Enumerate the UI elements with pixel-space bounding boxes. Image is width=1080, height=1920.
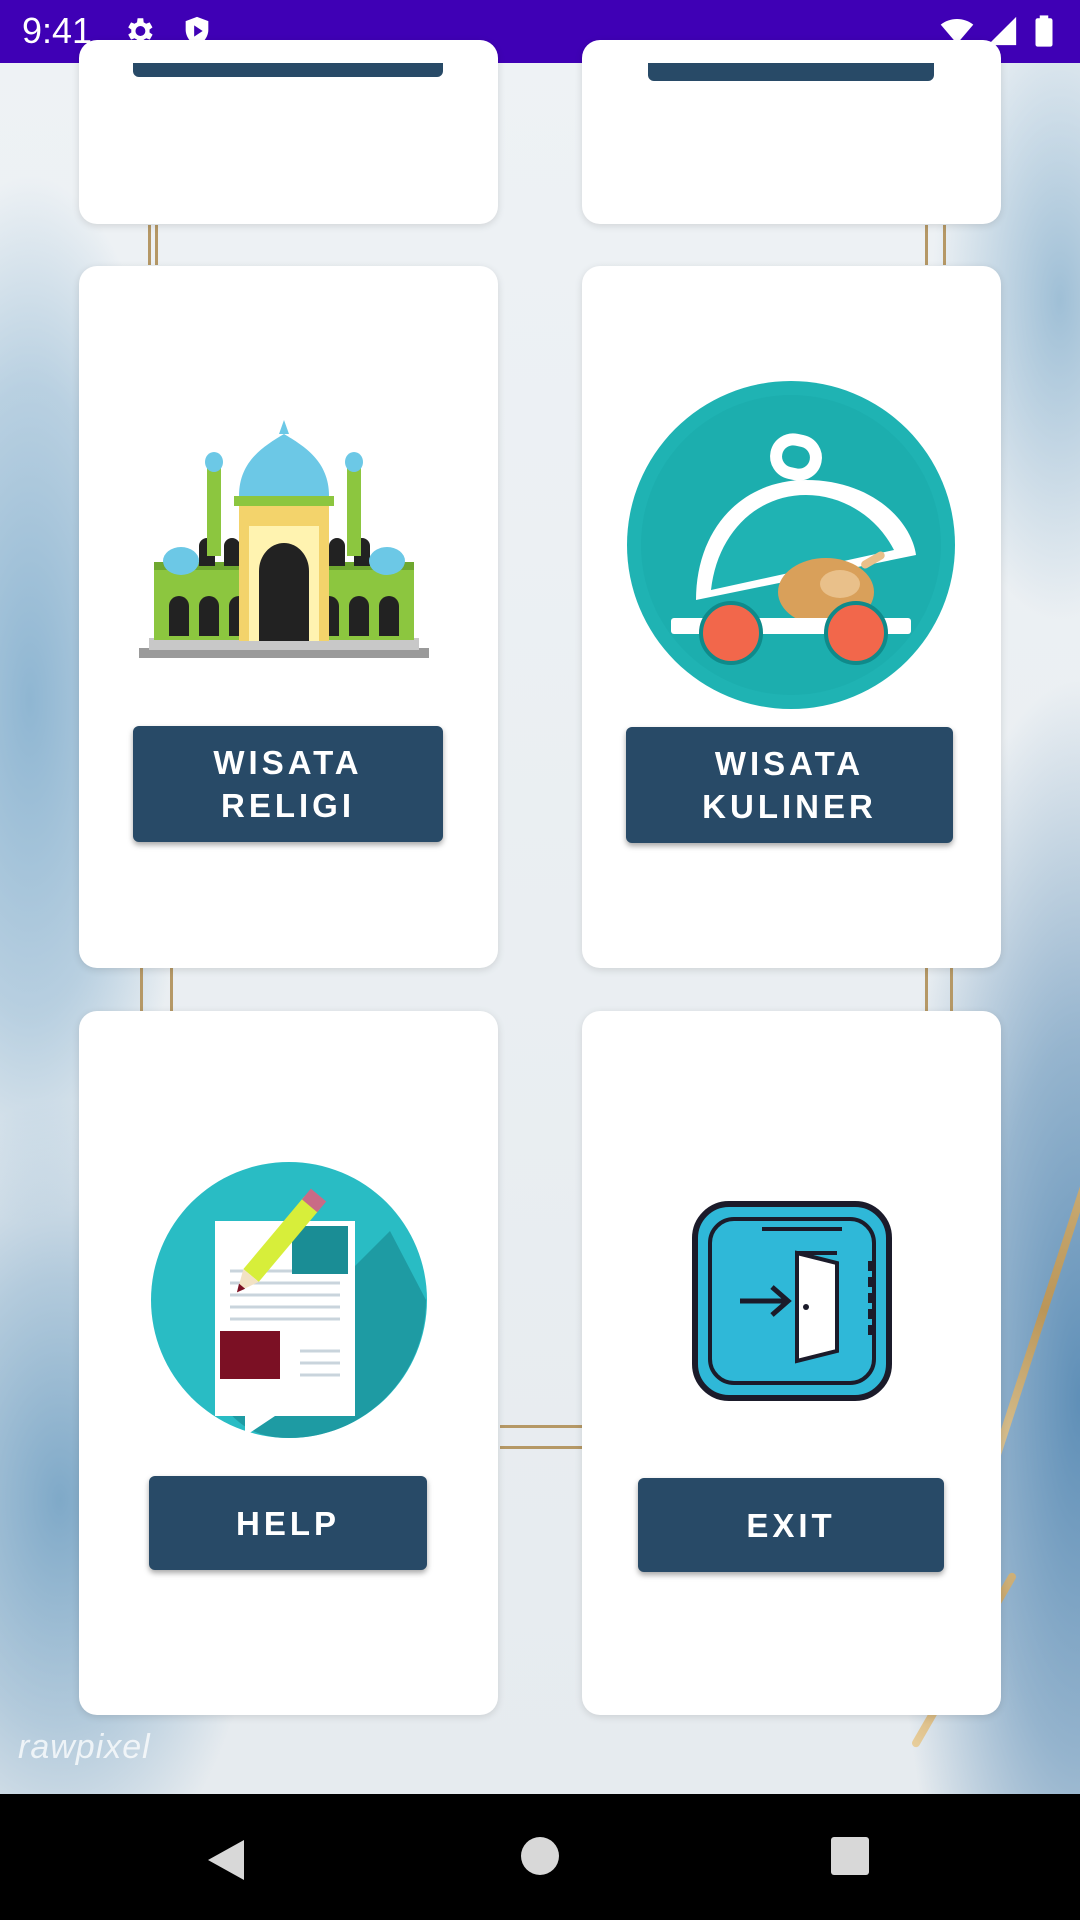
- menu-card-top-left: [79, 40, 498, 224]
- watermark: rawpixel: [18, 1728, 151, 1766]
- help-document-icon: [151, 1162, 427, 1438]
- menu-card-help: HELP: [79, 1011, 498, 1715]
- rope: [950, 968, 953, 1012]
- back-icon[interactable]: [202, 1836, 250, 1884]
- menu-card-top-right: [582, 40, 1001, 224]
- battery-icon: [1035, 15, 1053, 47]
- exit-door-icon: [692, 1201, 892, 1401]
- recents-icon[interactable]: [830, 1836, 870, 1876]
- menu-card-kuliner: WISATA KULINER: [582, 266, 1001, 968]
- menu-card-exit: EXIT: [582, 1011, 1001, 1715]
- rope: [500, 1425, 582, 1428]
- menu-button-partial[interactable]: [133, 63, 443, 77]
- rope: [500, 1446, 582, 1449]
- rope: [148, 225, 151, 265]
- wisata-kuliner-button[interactable]: WISATA KULINER: [626, 727, 953, 843]
- menu-button-partial[interactable]: [648, 63, 934, 81]
- rope: [170, 968, 173, 1012]
- food-cart-icon: [627, 381, 955, 709]
- mosque-icon: [139, 420, 429, 658]
- exit-button[interactable]: EXIT: [638, 1478, 944, 1572]
- gold-streak: [990, 1156, 1080, 1464]
- rope: [155, 225, 158, 265]
- rope: [943, 225, 946, 265]
- home-icon[interactable]: [520, 1836, 560, 1876]
- rope: [140, 968, 143, 1012]
- rope: [925, 225, 928, 265]
- rope: [925, 968, 928, 1012]
- status-time: 9:41: [22, 10, 93, 51]
- menu-card-religi: WISATA RELIGI: [79, 266, 498, 968]
- help-button[interactable]: HELP: [149, 1476, 427, 1570]
- wisata-religi-button[interactable]: WISATA RELIGI: [133, 726, 443, 842]
